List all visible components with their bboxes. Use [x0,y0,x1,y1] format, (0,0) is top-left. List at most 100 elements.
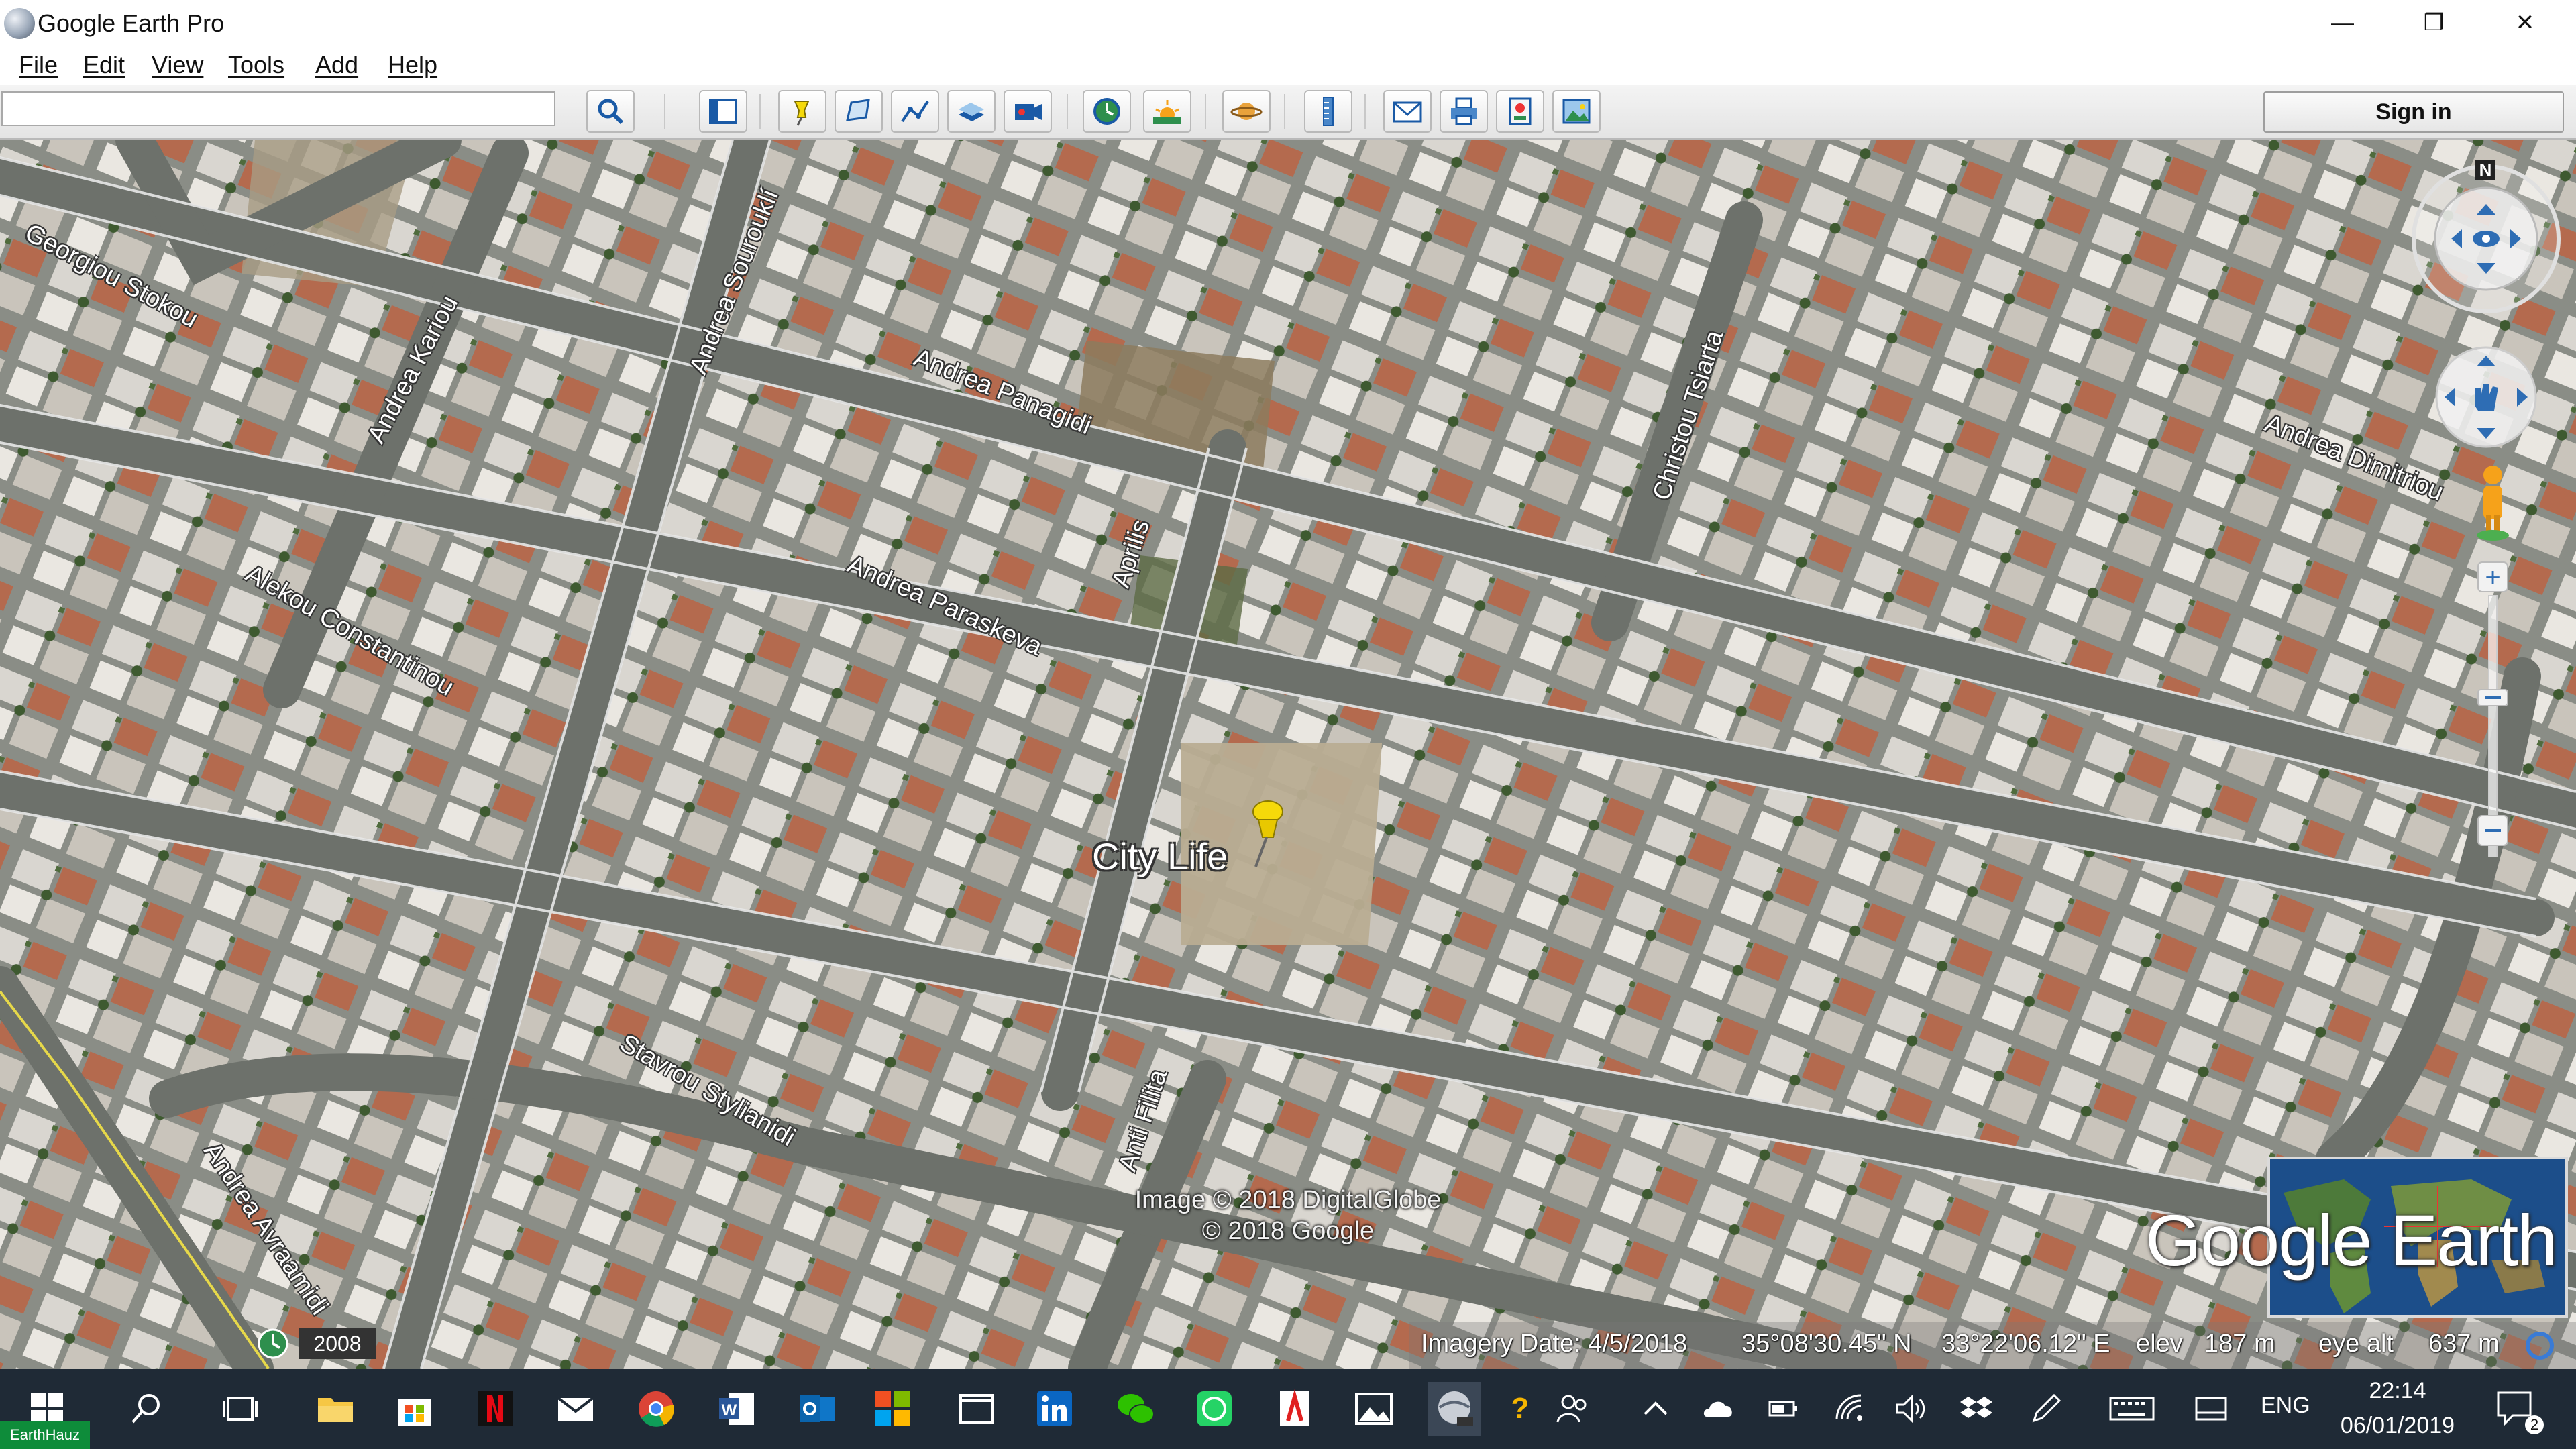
search-icon [131,1394,160,1424]
input-language[interactable]: ENG [2261,1393,2310,1419]
latitude-readout: 35°08'30.45" N [1741,1330,1912,1358]
menu-file[interactable]: File [19,51,58,79]
photos-button[interactable] [1347,1382,1401,1436]
switch-planet-button[interactable] [1222,90,1271,133]
notification-count-badge: 2 [2525,1415,2544,1434]
yellow-pushpin-icon[interactable] [1240,797,1293,871]
dropbox-icon[interactable] [1957,1390,1995,1428]
google-earth-pro-taskbar-button[interactable] [1428,1382,1481,1436]
show-hidden-icons-chevron-icon[interactable] [1637,1390,1674,1428]
save-image-button[interactable] [1552,90,1601,133]
sunlight-icon [1153,100,1181,124]
add-polygon-button[interactable] [835,90,883,133]
acrobat-button[interactable] [1268,1382,1322,1436]
battery-icon[interactable] [1764,1390,1802,1428]
svg-text:?: ? [1511,1392,1529,1425]
linkedin-button[interactable] [1028,1382,1081,1436]
word-icon: W [719,1393,754,1425]
toolbar-separator [664,94,665,129]
window-title: Google Earth Pro [38,9,225,37]
email-icon [1393,101,1422,123]
task-view-button[interactable] [213,1382,267,1436]
window-icon [959,1394,994,1424]
office-button[interactable] [865,1382,919,1436]
maximize-button[interactable]: ❐ [2388,0,2479,46]
google-earth-pro-icon [1438,1391,1473,1426]
action-center-display-icon[interactable] [2192,1390,2230,1428]
taskbar-search-button[interactable] [119,1382,173,1436]
imagery-date: Imagery Date: 4/5/2018 [1421,1330,1688,1358]
street-view-pegman-icon[interactable] [2477,466,2509,541]
toolbar-separator [1205,94,1206,129]
store-icon [398,1399,431,1426]
word-button[interactable]: W [710,1382,763,1436]
toolbar-separator [1364,94,1366,129]
outlook-button[interactable] [790,1382,844,1436]
print-button[interactable] [1440,90,1488,133]
microsoft-store-button[interactable] [388,1382,441,1436]
help-app-button[interactable]: ? [1493,1382,1547,1436]
mail-button[interactable] [549,1382,602,1436]
search-icon [598,99,624,125]
menu-help[interactable]: Help [388,51,437,79]
onedrive-cloud-icon[interactable] [1700,1390,1737,1428]
volume-icon[interactable] [1892,1390,1929,1428]
sign-in-button[interactable]: Sign in [2263,91,2564,133]
google-credit: © 2018 Google [1201,1217,1375,1245]
placemark-label[interactable]: City Life [1092,835,1228,878]
desktop-window-button[interactable] [950,1382,1004,1436]
elevation-label: elev [2136,1330,2183,1358]
imagery-credit: Image © 2018 DigitalGlobe [1134,1186,1442,1214]
menu-edit[interactable]: Edit [83,51,125,79]
file-explorer-button[interactable] [309,1382,362,1436]
windows-taskbar: W ? ENG 22:14 06/01/2019 [0,1368,2576,1449]
ruler-button[interactable] [1304,90,1352,133]
map-view[interactable]: Georgiou Stokou Andrea Kariou Andrea Sou… [0,140,2576,1368]
search-input[interactable] [1,91,555,126]
search-button[interactable] [586,90,635,133]
help-icon: ? [1511,1392,1529,1425]
menu-add[interactable]: Add [315,51,358,79]
minimize-button[interactable]: — [2297,0,2388,46]
path-icon [901,100,929,123]
close-button[interactable]: ✕ [2479,0,2571,46]
earthhauz-watermark: EarthHauz [0,1421,90,1449]
office-icon [875,1391,910,1426]
historical-imagery-icon[interactable] [256,1327,290,1360]
add-path-button[interactable] [891,90,939,133]
acrobat-icon [1280,1389,1309,1426]
netflix-button[interactable] [468,1382,522,1436]
wechat-button[interactable] [1108,1382,1162,1436]
menu-tools[interactable]: Tools [228,51,284,79]
add-placemark-button[interactable] [778,90,826,133]
view-in-google-maps-button[interactable] [1496,90,1544,133]
whatsapp-icon [1197,1391,1232,1426]
pen-workspace-icon[interactable] [2027,1390,2065,1428]
email-button[interactable] [1383,90,1432,133]
clock-date[interactable]: 06/01/2019 [2330,1413,2465,1439]
record-tour-button[interactable] [1004,90,1052,133]
longitude-readout: 33°22'06.12" E [1941,1330,2110,1358]
people-button[interactable] [1547,1382,1601,1436]
record-tour-icon [1015,104,1042,120]
linkedin-icon [1037,1391,1072,1426]
sidebar-icon [709,99,737,124]
wifi-icon[interactable] [1831,1390,1869,1428]
eye-alt-label: eye alt [2318,1330,2394,1358]
sidebar-toggle-button[interactable] [699,90,747,133]
whatsapp-button[interactable] [1187,1382,1241,1436]
touch-keyboard-icon[interactable] [2108,1390,2156,1428]
historical-imagery-button[interactable] [1083,90,1131,133]
add-image-overlay-button[interactable] [947,90,996,133]
google-earth-logo-icon [4,8,35,39]
compass-north-label[interactable]: N [2479,160,2492,180]
sunlight-button[interactable] [1143,90,1191,133]
title-bar: Google Earth Pro — ❐ ✕ [0,0,2576,46]
planets-icon [1230,103,1263,120]
chrome-button[interactable] [629,1382,683,1436]
historical-imagery-year[interactable]: 2008 [299,1328,376,1359]
clock-time[interactable]: 22:14 [2351,1378,2445,1404]
people-icon [1556,1395,1587,1423]
menu-view[interactable]: View [152,51,203,79]
toolbar: Sign in [0,85,2576,140]
